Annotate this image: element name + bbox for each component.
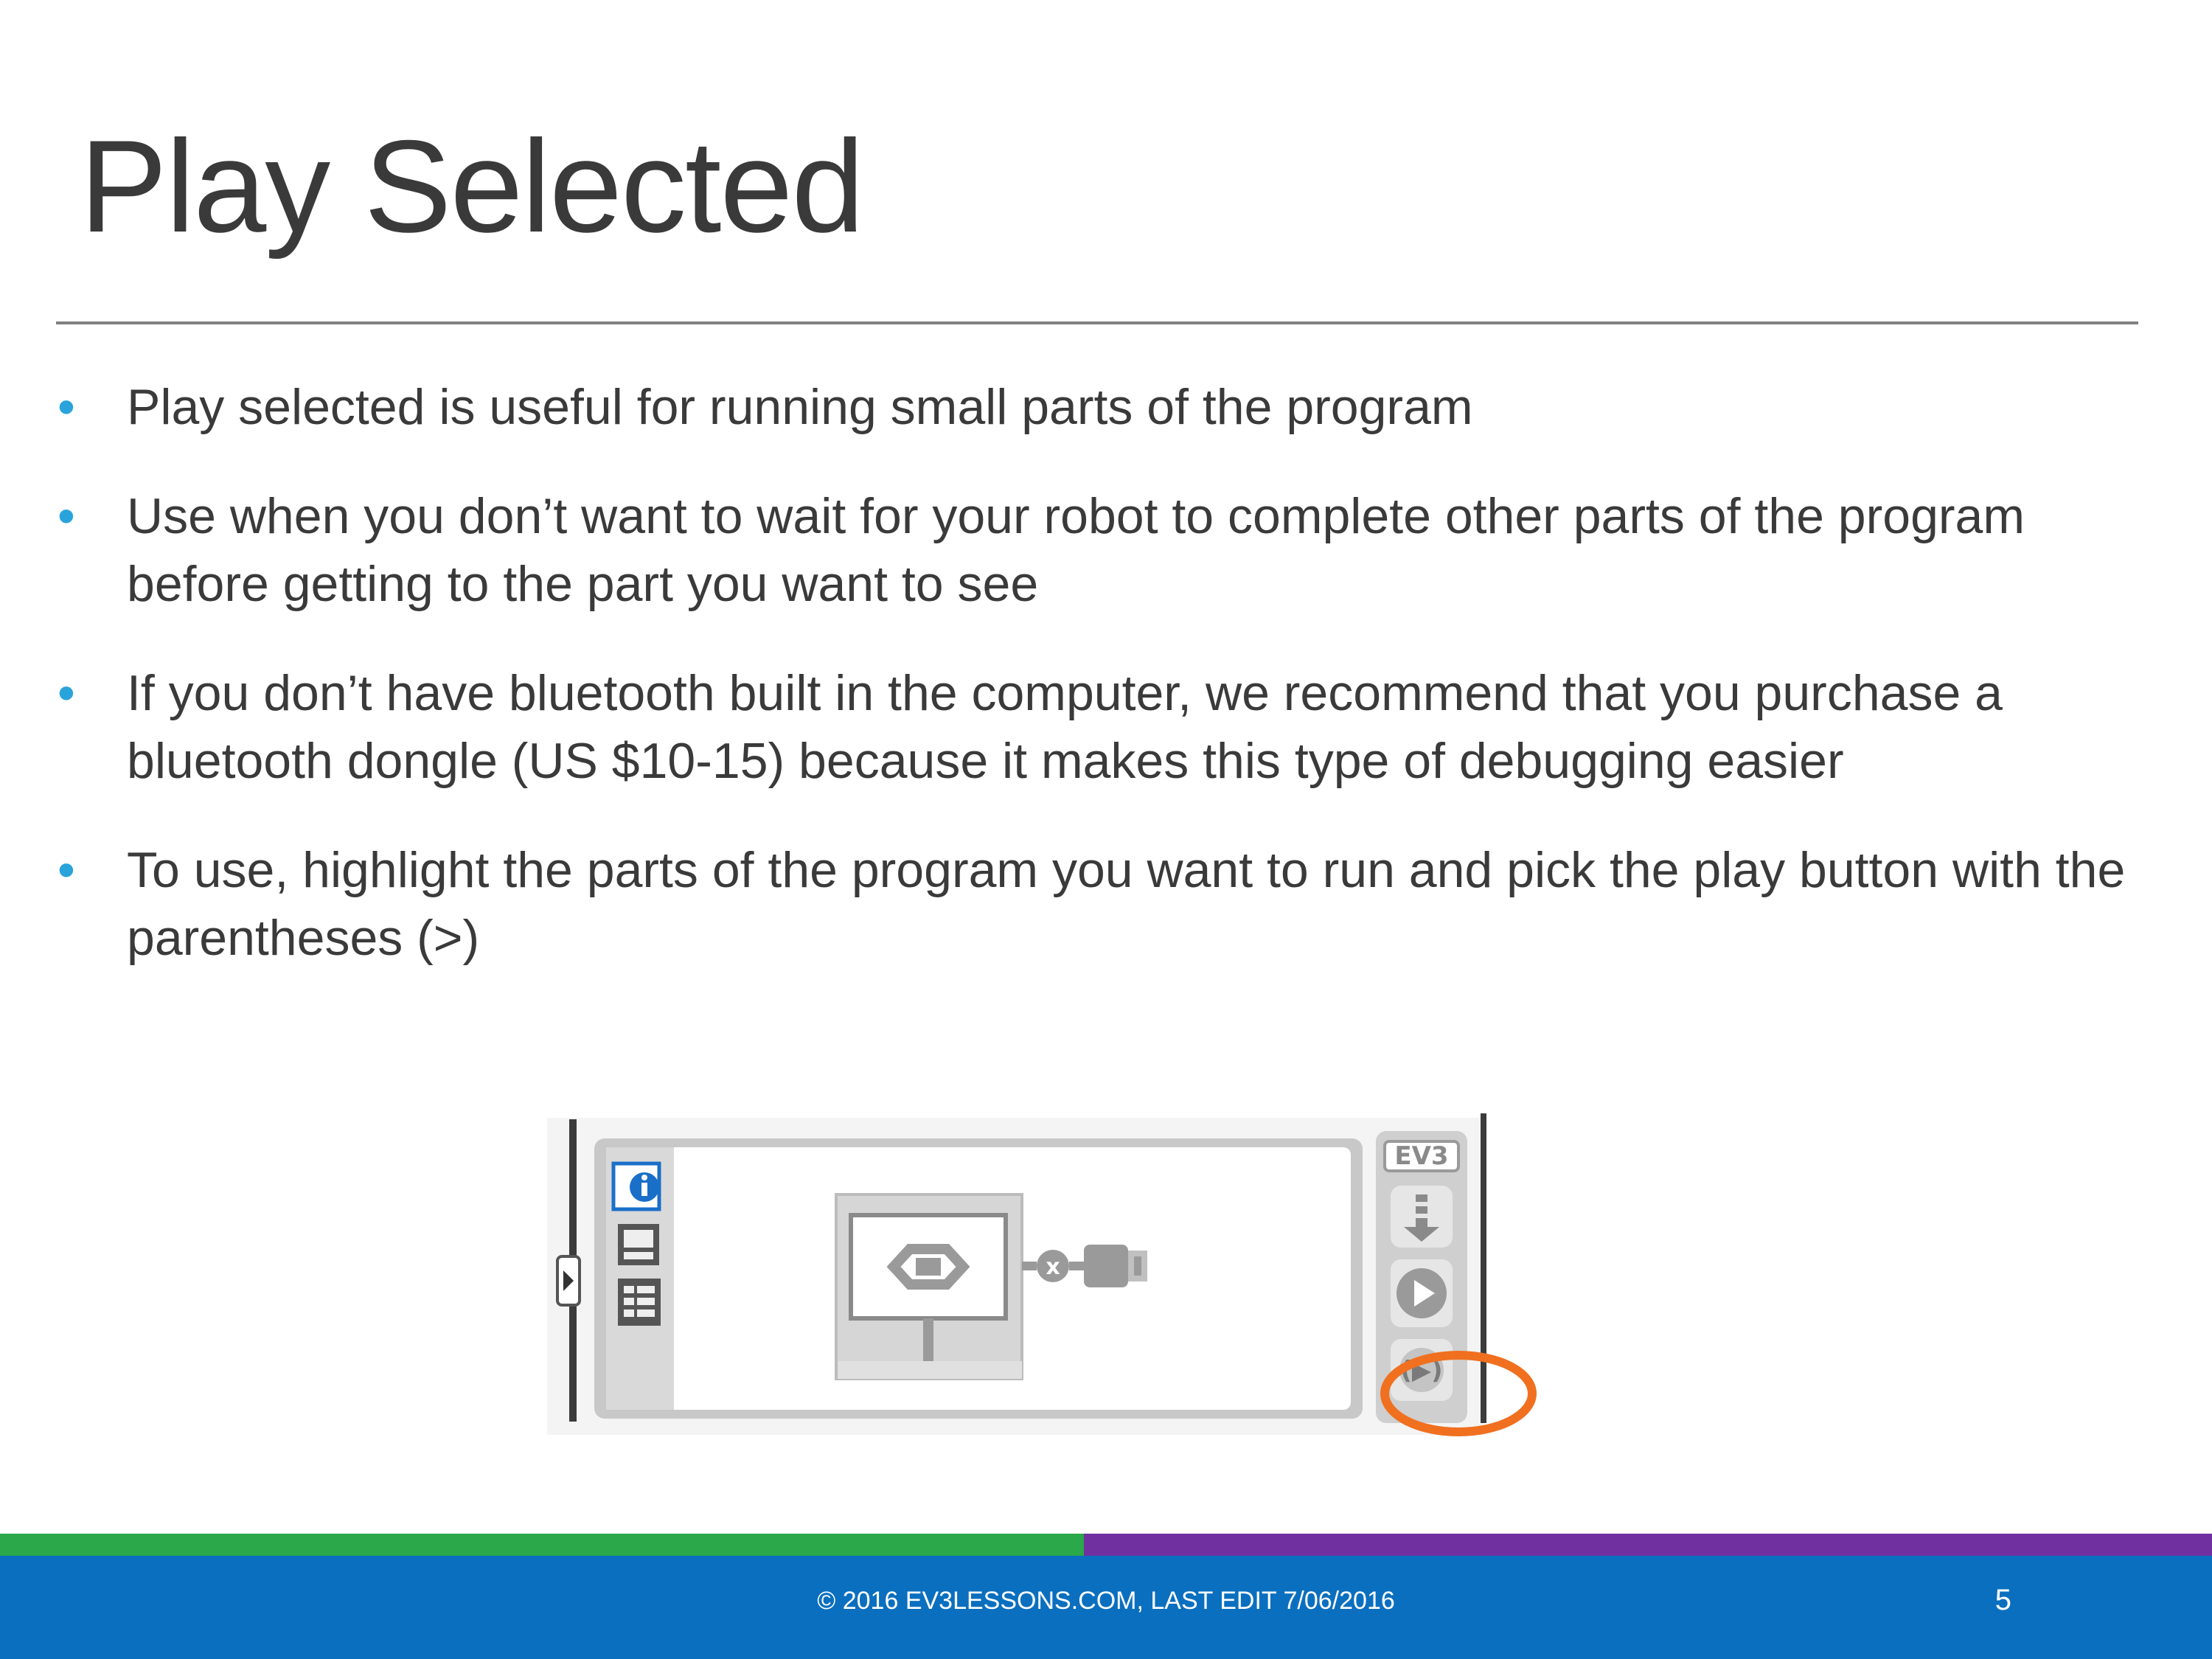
bullet-list: • Play selected is useful for running sm…: [52, 373, 2146, 1013]
bullet-text: Play selected is useful for running smal…: [127, 379, 1473, 435]
bullet-dot-icon: •: [58, 665, 75, 721]
bullet-dot-icon: •: [58, 488, 75, 544]
bullet-item: • To use, highlight the parts of the pro…: [52, 836, 2146, 972]
svg-text:x: x: [1046, 1254, 1060, 1280]
play-icon[interactable]: [1391, 1259, 1453, 1327]
bullet-item: • Use when you don’t want to wait for yo…: [52, 482, 2146, 618]
right-edge-bar: [1481, 1113, 1486, 1423]
footer-bar: © 2016 EV3LESSONS.COM, LAST EDIT 7/06/20…: [0, 1556, 2212, 1659]
list-icon[interactable]: [618, 1279, 661, 1326]
bullet-dot-icon: •: [58, 379, 75, 435]
bullet-item: • Play selected is useful for running sm…: [52, 373, 2146, 441]
bullet-text: If you don’t have bluetooth built in the…: [127, 665, 2003, 789]
info-icon[interactable]: [611, 1161, 661, 1211]
brick-icon[interactable]: [618, 1224, 659, 1265]
bullet-item: • If you don’t have bluetooth built in t…: [52, 659, 2146, 795]
download-icon[interactable]: [1391, 1186, 1453, 1248]
footer-strip-green: [0, 1534, 1084, 1556]
ev3-label: EV3: [1394, 1141, 1448, 1171]
page-number: 5: [1994, 1584, 2011, 1616]
footer-copyright: © 2016 EV3LESSONS.COM, LAST EDIT 7/06/20…: [817, 1587, 1395, 1615]
expand-panel-icon[interactable]: [556, 1255, 581, 1307]
footer-strip-purple: [1084, 1534, 2212, 1556]
title-divider: [56, 321, 2138, 324]
start-block-icon[interactable]: [835, 1193, 1023, 1380]
slide-title: Play Selected: [80, 113, 864, 260]
bullet-text: Use when you don’t want to wait for your…: [127, 488, 2025, 612]
ev3-software-screenshot: x EV3 (▶): [547, 1113, 1537, 1436]
bullet-text: To use, highlight the parts of the progr…: [127, 842, 2126, 966]
bullet-dot-icon: •: [58, 842, 75, 898]
